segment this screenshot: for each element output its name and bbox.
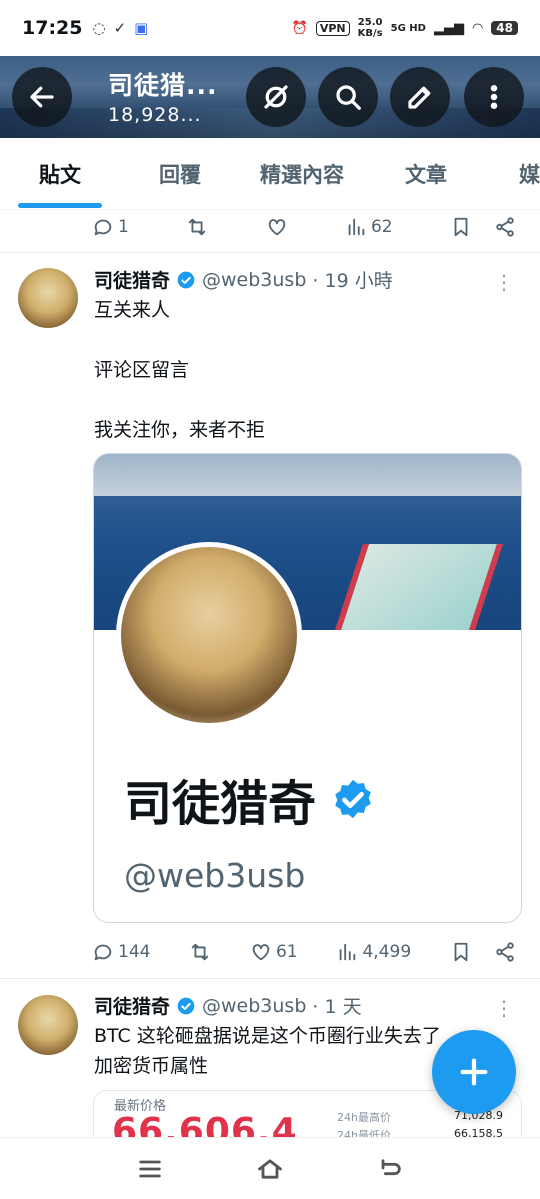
verified-badge-icon: [177, 271, 195, 288]
card-avatar: [116, 542, 302, 728]
tweet-handle[interactable]: @web3usb: [202, 995, 306, 1017]
network-speed: 25.0 KB/s: [358, 17, 383, 39]
new-post-button[interactable]: [432, 1030, 516, 1114]
view-count: 4,499: [362, 942, 412, 962]
plus-icon: [460, 1058, 488, 1086]
tab-posts[interactable]: 貼文: [0, 138, 120, 210]
tweet-actions: 144 61 4,499: [92, 932, 516, 972]
search-icon: [336, 85, 361, 110]
tweet-header: 司徒猎奇 @web3usb · 19 小時: [94, 266, 393, 293]
tweet-more-icon[interactable]: ⋮: [494, 996, 514, 1020]
heart-icon: [252, 944, 270, 961]
divider: [0, 978, 540, 979]
prev-tweet-actions: 1 62: [92, 207, 516, 247]
verified-badge-icon: [177, 997, 195, 1014]
signal-icon: ▂▄▆: [433, 20, 464, 36]
tweet-header: 司徒猎奇 @web3usb · 1 天: [94, 992, 362, 1019]
header-title: 司徒猎...: [108, 71, 218, 100]
reply-button[interactable]: 1: [92, 216, 129, 238]
view-count: 62: [370, 217, 393, 237]
card-handle: @web3usb: [124, 856, 306, 895]
search-button[interactable]: [318, 67, 378, 127]
system-nav-bar: [0, 1137, 540, 1199]
home-icon[interactable]: [256, 1155, 284, 1183]
chat-bubble-icon: ◌: [92, 19, 106, 37]
heart-icon: [268, 219, 285, 236]
menu-icon[interactable]: [136, 1155, 164, 1183]
bookmark-icon[interactable]: [450, 216, 472, 238]
grok-icon: [264, 85, 288, 109]
header-title-block: 司徒猎... 18,928...: [108, 66, 218, 126]
grok-button[interactable]: [246, 67, 306, 127]
bookmark-icon[interactable]: [450, 941, 472, 963]
reply-button[interactable]: 144: [92, 941, 150, 963]
tweet-text: 互关来人 评论区留言 我关注你，来者不拒: [94, 299, 266, 441]
avatar[interactable]: [18, 268, 78, 328]
views-button[interactable]: 4,499: [336, 941, 411, 963]
tweet-time: · 19 小時: [312, 270, 393, 292]
retweet-icon: [188, 218, 206, 236]
high-label: 24h最高价: [337, 1111, 391, 1124]
retweet-button[interactable]: [186, 216, 208, 238]
retweet-button[interactable]: [189, 941, 211, 963]
divider: [0, 252, 540, 253]
back-nav-icon[interactable]: [376, 1155, 404, 1183]
tab-replies[interactable]: 回覆: [120, 138, 240, 210]
tab-articles[interactable]: 文章: [364, 138, 488, 210]
profile-header-banner: 司徒猎... 18,928...: [0, 56, 540, 138]
reply-icon: [94, 944, 112, 961]
bar-chart-icon: [340, 943, 356, 961]
status-bar: 17:25 ◌ ✓ ▣ ⏰ VPN 25.0 KB/s 5G HD ▂▄▆ ◠ …: [0, 0, 540, 56]
tab-media[interactable]: 媒: [488, 138, 540, 210]
vpn-badge: VPN: [315, 20, 350, 36]
tweet-image-profile-card[interactable]: 司徒猎奇 @web3usb: [93, 453, 522, 923]
arrow-left-icon: [30, 86, 54, 108]
share-icon[interactable]: [494, 941, 516, 963]
network-type: 5G HD: [390, 22, 426, 34]
alarm-icon: ⏰: [291, 20, 308, 36]
speed-unit: KB/s: [357, 28, 383, 39]
image-boat: [335, 544, 503, 630]
check-icon: ✓: [113, 19, 127, 37]
more-vertical-icon: [490, 85, 498, 110]
share-icon[interactable]: [494, 216, 516, 238]
avatar[interactable]: [18, 995, 78, 1055]
wifi-icon: ◠: [471, 20, 484, 36]
reply-count: 1: [118, 217, 129, 237]
tweet-text: BTC 这轮砸盘据说是这个币圈行业失去了 加密货币属性: [94, 1025, 441, 1077]
bar-chart-icon: [348, 218, 365, 236]
compose-button[interactable]: [390, 67, 450, 127]
pencil-icon: [408, 86, 431, 109]
status-time: 17:25: [22, 17, 83, 39]
image-sky: [94, 454, 521, 496]
speed-value: 25.0: [357, 17, 383, 28]
battery-indicator: 48: [491, 21, 518, 35]
like-button[interactable]: 61: [250, 941, 298, 963]
tweet-more-icon[interactable]: ⋮: [494, 270, 514, 294]
more-options-button[interactable]: [464, 67, 524, 127]
tab-highlights[interactable]: 精選內容: [240, 138, 364, 210]
retweet-icon: [192, 943, 209, 961]
reply-count: 144: [118, 942, 151, 962]
tweet-handle[interactable]: @web3usb: [202, 269, 306, 291]
reply-icon: [94, 219, 112, 236]
tweet-author-name[interactable]: 司徒猎奇: [94, 266, 170, 293]
header-post-count: 18,928...: [108, 104, 202, 126]
back-button[interactable]: [12, 67, 72, 127]
app-badge-icon: ▣: [134, 19, 149, 37]
views-button[interactable]: 62: [345, 216, 393, 238]
like-count: 61: [276, 942, 298, 962]
card-name-row: 司徒猎奇: [124, 764, 376, 834]
tweet-time: · 1 天: [312, 996, 362, 1018]
profile-tabs: 貼文 回覆 精選內容 文章 媒: [0, 138, 540, 210]
card-name: 司徒猎奇: [124, 776, 317, 832]
tweet-author-name[interactable]: 司徒猎奇: [94, 992, 170, 1019]
verified-badge-icon: [335, 779, 371, 819]
like-button[interactable]: [266, 216, 288, 238]
